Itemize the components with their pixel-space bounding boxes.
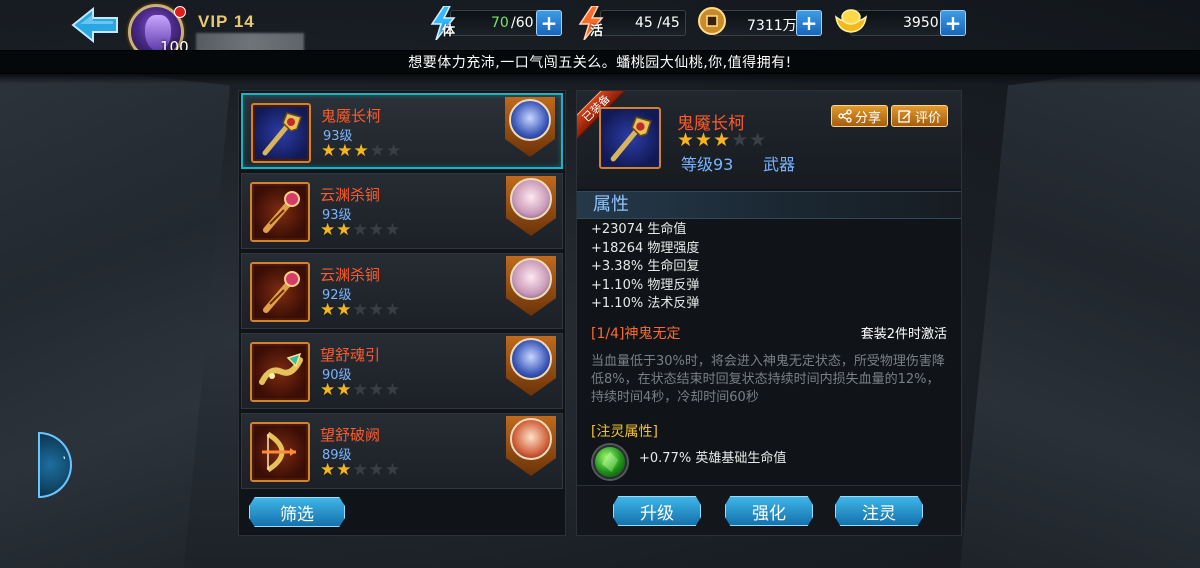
review-label: 评价 [915,110,942,126]
equipment-detail-panel: 已装备 鬼魇长柯 ★★★★★ 等级93 武器 分享 评价 属性 +23074 生… [576,90,962,536]
halberd-weapon-icon [599,107,661,169]
equipment-list-item[interactable]: 云渊杀锏 93级 ★★★★★ [241,173,563,249]
side-tab-icon: JOIN [63,456,65,483]
item-star-rating: ★★★★★ [320,460,402,480]
item-star-rating: ★★★★★ [321,141,403,161]
add-stamina-button[interactable]: + [536,10,562,36]
hero-badge [506,416,556,476]
set-bonus-condition: 套装2件时激活 [860,327,947,342]
gold-value: 3950 [903,15,939,31]
svg-text:JOIN: JOIN [63,456,65,483]
add-gold-button[interactable]: + [940,10,966,36]
attribute-row: +1.10% 法术反弹 [591,296,700,311]
stamina-current: 70 [491,15,509,31]
detail-header: 已装备 鬼魇长柯 ★★★★★ 等级93 武器 分享 评价 [577,91,961,189]
hero-badge [505,97,555,157]
gold-ingot-icon [834,5,874,41]
review-button[interactable]: 评价 [891,105,949,127]
equipment-list-item[interactable]: 鬼魇长柯 93级 ★★★★★ [241,93,563,169]
spirit-section-title: [注灵属性] [591,424,658,440]
vitality-value: 45 /45 [635,15,680,31]
equipment-list-item[interactable]: 望舒破阙 89级 ★★★★★ [241,413,563,489]
announcement-marquee: 想要体力充沛,一口气闯五关么。蟠桃园大仙桃,你,值得拥有! [0,50,1200,74]
halberd-weapon-icon [251,103,311,163]
item-star-rating: ★★★★★ [320,380,402,400]
back-arrow-icon [71,7,118,43]
notification-dot [174,6,186,18]
set-bonus-description: 当血量低于30%时，将会进入神鬼无定状态，所受物理伤害降低8%，在状态结束时回复… [591,354,945,405]
add-copper-button[interactable]: + [796,10,822,36]
attribute-row: +3.38% 生命回复 [591,259,700,274]
share-button[interactable]: 分享 [831,105,889,127]
marquee-shadow [0,74,1200,84]
share-label: 分享 [855,110,882,126]
attribute-list: +23074 生命值 +18264 物理强度 +3.38% 生命回复 +1.10… [591,221,699,314]
hero-portrait-icon [510,418,552,460]
dragon-weapon-icon [250,342,310,402]
stamina-icon: 体 [428,5,468,42]
item-name: 云渊杀锏 [320,266,381,284]
set-bonus-title: [1/4]神鬼无定 [591,326,681,342]
share-icon [838,109,852,123]
hero-portrait-icon [509,99,551,141]
vitality-icon: 活 [576,5,616,42]
copper-value: 7311万 [747,18,797,34]
enhance-button[interactable]: 强化 [725,496,813,526]
spirit-attribute: +0.77% 英雄基础生命值 [639,451,787,466]
item-name: 云渊杀锏 [320,186,381,204]
action-bar: 升级 强化 注灵 [577,485,961,535]
item-name: 望舒魂引 [320,346,381,364]
stamina-label: 体 [442,24,456,39]
item-name: 望舒破阙 [320,426,381,444]
hero-badge [506,176,556,236]
spirit-gem-icon [593,445,627,479]
detail-item-type: 武器 [763,155,796,174]
filter-button[interactable]: 筛选 [249,497,345,527]
edit-icon [898,110,911,123]
hero-portrait-icon [510,258,552,300]
item-star-rating: ★★★★★ [320,220,402,240]
equipment-list-panel: 鬼魇长柯 93级 ★★★★★ 云渊杀锏 93级 ★★★★★ 云渊杀锏 92级 ★… [238,90,566,536]
back-button[interactable] [70,6,122,44]
attributes-section-title: 属性 [577,191,961,219]
attribute-row: +23074 生命值 [591,222,687,237]
bow-weapon-icon [250,422,310,482]
detail-item-level: 等级93 [681,155,734,174]
vitality-label: 活 [590,24,604,39]
stamina-max: /60 [511,15,534,31]
top-bar: 100 VIP 14 70 /60 + 体 45 /45 活 7311万 + 3… [0,0,1200,60]
infuse-button[interactable]: 注灵 [835,496,923,526]
equipment-list-item[interactable]: 望舒魂引 90级 ★★★★★ [241,333,563,409]
upgrade-button[interactable]: 升级 [613,496,701,526]
item-name: 鬼魇长柯 [321,107,382,125]
detail-star-rating: ★★★★★ [677,129,768,151]
attribute-row: +18264 物理强度 [591,240,700,256]
hero-badge [506,336,556,396]
copper-coin-icon [698,7,738,43]
mace-weapon-icon [250,182,310,242]
attribute-row: +1.10% 物理反弹 [591,277,700,293]
equipment-list-item[interactable]: 云渊杀锏 92级 ★★★★★ [241,253,563,329]
hero-portrait-icon [510,178,552,220]
vip-level: VIP 14 [198,12,255,31]
mace-weapon-icon [250,262,310,322]
item-star-rating: ★★★★★ [320,300,402,320]
hero-portrait-icon [510,338,552,380]
hero-badge [506,256,556,316]
